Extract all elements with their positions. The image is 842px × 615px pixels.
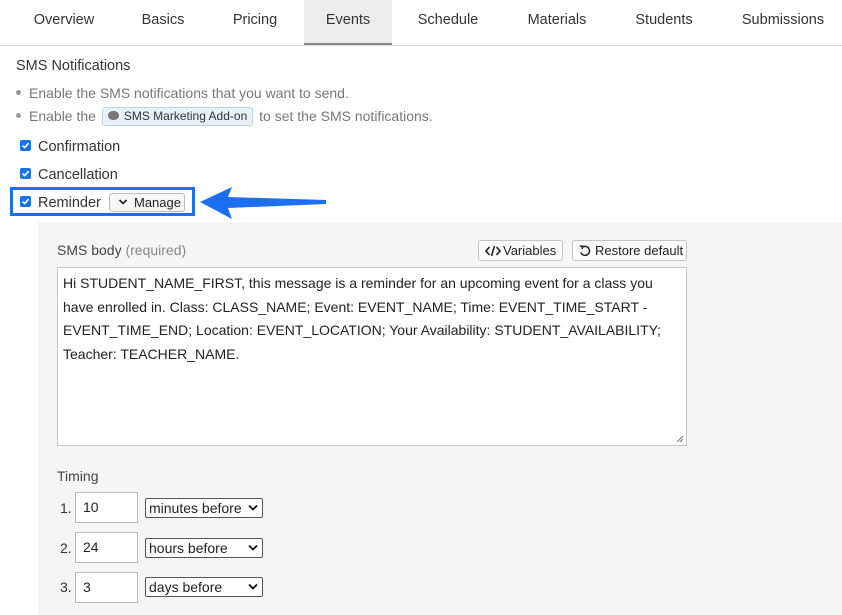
tab-materials[interactable]: Materials <box>516 0 598 45</box>
variables-button[interactable]: Variables <box>478 240 563 261</box>
tab-overview[interactable]: Overview <box>22 0 106 45</box>
bullet-dot-icon <box>16 112 21 118</box>
tab-submissions[interactable]: Submissions <box>736 0 830 45</box>
chevron-down-icon <box>248 583 258 590</box>
tab-students[interactable]: Students <box>626 0 702 45</box>
arrow-pointer-icon <box>200 187 326 219</box>
timing-row-number: 1. <box>60 500 72 516</box>
cancellation-checkbox-row[interactable]: Cancellation <box>20 165 118 185</box>
tab-basics[interactable]: Basics <box>126 0 200 45</box>
tab-pricing[interactable]: Pricing <box>218 0 292 45</box>
tab-schedule[interactable]: Schedule <box>408 0 488 45</box>
bullet-suffix: to set the SMS notifications. <box>259 108 433 124</box>
bullet-enable-notifications: Enable the SMS notifications that you wa… <box>16 85 349 101</box>
timing-row-number: 3. <box>60 579 72 595</box>
addon-pill-label: SMS Marketing Add-on <box>123 109 248 123</box>
bullet-text: Enable the SMS notifications that you wa… <box>29 85 349 101</box>
confirmation-checkbox-row[interactable]: Confirmation <box>20 137 120 157</box>
bullet-dot-icon <box>16 89 21 95</box>
variables-label: Variables <box>503 243 557 258</box>
chevron-down-icon <box>118 199 128 205</box>
timing-label: Timing <box>57 468 99 484</box>
chevron-down-icon <box>248 504 258 511</box>
checkbox-checked-icon[interactable] <box>20 167 31 179</box>
cancellation-label: Cancellation <box>38 167 118 183</box>
sms-body-textarea[interactable]: Hi STUDENT_NAME_FIRST, this message is a… <box>57 267 687 446</box>
timing-value-input[interactable]: 10 <box>75 492 138 523</box>
timing-unit-select[interactable]: days before <box>145 577 263 597</box>
timing-row-number: 2. <box>60 540 72 556</box>
undo-icon <box>579 245 591 257</box>
sms-body-text: Hi STUDENT_NAME_FIRST, this message is a… <box>63 275 661 362</box>
sms-marketing-addon-link[interactable]: SMS Marketing Add-on <box>101 107 254 126</box>
tab-events[interactable]: Events <box>304 0 392 45</box>
checkbox-checked-icon[interactable] <box>20 139 31 151</box>
code-icon <box>485 245 501 257</box>
timing-unit-select[interactable]: hours before <box>145 538 263 558</box>
chevron-down-icon <box>248 544 258 551</box>
tab-bar: Overview Basics Pricing Events Schedule … <box>0 0 842 46</box>
sms-body-label: SMS body (required) <box>57 242 186 258</box>
timing-value-input[interactable]: 24 <box>75 532 138 563</box>
timing-unit-select[interactable]: minutes before <box>145 498 263 518</box>
bullet-prefix: Enable the <box>29 108 96 124</box>
section-title: SMS Notifications <box>16 58 131 74</box>
confirmation-label: Confirmation <box>38 139 121 155</box>
restore-default-label: Restore default <box>595 243 684 258</box>
resize-handle-icon[interactable] <box>675 434 684 443</box>
bullet-enable-addon: Enable the SMS Marketing Add-on to set t… <box>16 107 433 127</box>
required-note: (required) <box>125 242 187 258</box>
timing-unit-value: days before <box>149 579 223 595</box>
timing-unit-value: minutes before <box>149 500 242 516</box>
chat-bubble-icon <box>107 111 119 121</box>
restore-default-button[interactable]: Restore default <box>572 240 687 261</box>
timing-unit-value: hours before <box>149 540 228 556</box>
manage-button-label: Manage <box>134 195 181 210</box>
manage-button[interactable]: Manage <box>109 193 185 212</box>
sms-body-label-text: SMS body <box>57 242 122 258</box>
timing-value-input[interactable]: 3 <box>75 572 138 603</box>
